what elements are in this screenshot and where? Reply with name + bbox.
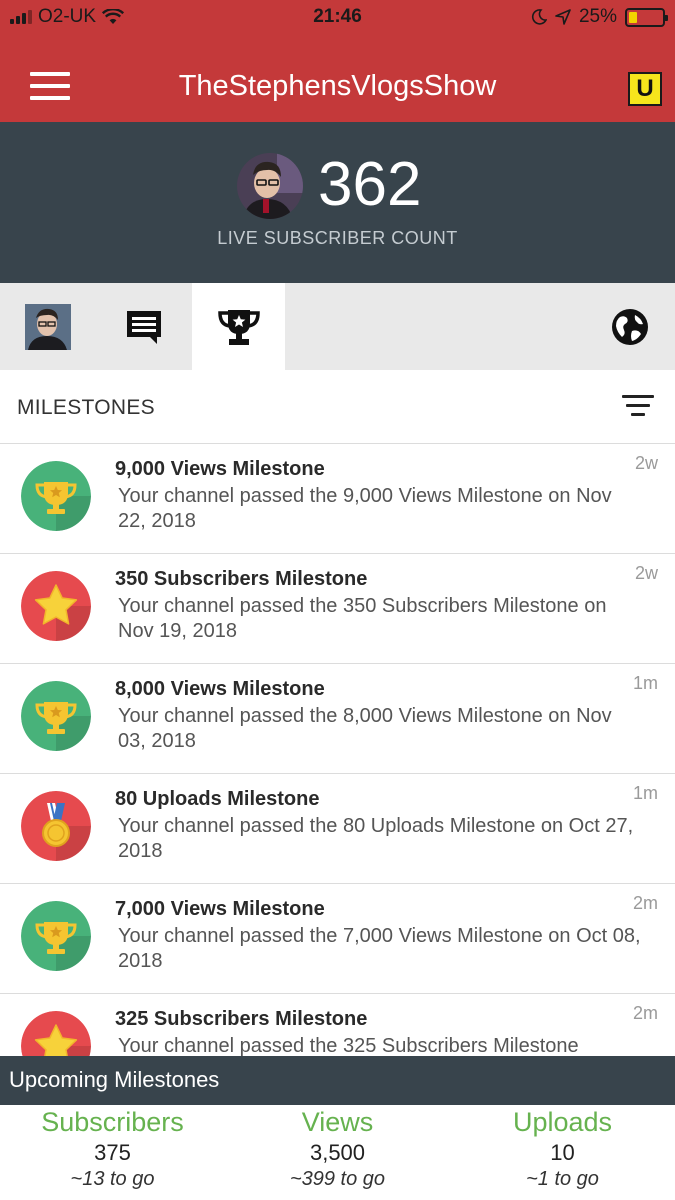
status-bar: O2-UK 21:46 25% (0, 0, 675, 34)
milestone-title: 325 Subscribers Milestone (115, 1008, 368, 1030)
upgrade-badge[interactable]: U (628, 72, 662, 106)
globe-icon (612, 308, 648, 345)
milestone-time: 1m (632, 783, 658, 803)
milestone-item[interactable]: 7,000 Views Milestone Your channel passed… (0, 884, 675, 994)
app-bar: TheStephensVlogsShow (0, 34, 675, 122)
milestone-title: 9,000 Views Milestone (115, 458, 325, 480)
avatar-icon (25, 303, 71, 350)
upcoming-subscribers: Subscribers 375 ~13 to go (0, 1105, 225, 1191)
milestone-time: 2w (634, 453, 658, 473)
subscriber-count: 362 (318, 150, 422, 219)
battery-icon (625, 7, 668, 27)
filter-icon[interactable] (622, 395, 654, 419)
trophy-icon (21, 461, 91, 531)
upcoming-label: Views (301, 1107, 374, 1137)
trophy-badge (21, 681, 91, 751)
upcoming-label: Subscribers (41, 1107, 184, 1137)
tab-profile[interactable] (0, 283, 96, 370)
star-badge (21, 1011, 91, 1056)
milestones-header: MILESTONES (0, 370, 675, 444)
tab-comments[interactable] (96, 283, 192, 370)
trophy-icon (217, 309, 260, 345)
upcoming-value: 3,500 (309, 1140, 366, 1165)
upcoming-remaining: ~1 to go (526, 1168, 599, 1190)
upcoming-value: 375 (94, 1140, 131, 1165)
upcoming-title: Upcoming Milestones (9, 1067, 220, 1092)
upcoming-remaining: ~13 to go (70, 1168, 155, 1190)
milestones-title: MILESTONES (17, 396, 155, 419)
tab-global[interactable] (585, 283, 675, 370)
milestone-item[interactable]: 8,000 Views Milestone Your channel passed… (0, 664, 675, 774)
avatar-image (237, 153, 303, 219)
tab-bar (0, 283, 675, 370)
milestone-description: Your channel passed the 7,000 Views Mile… (118, 925, 641, 972)
milestone-item[interactable]: 350 Subscribers Milestone Your channel pa… (0, 554, 675, 664)
medal-icon (21, 791, 91, 861)
milestone-time: 2w (634, 563, 658, 583)
upcoming-milestones: Subscribers 375 ~13 to go Views 3,500 ~3… (0, 1105, 675, 1200)
battery-percent: 25% (578, 6, 617, 27)
milestone-title: 8,000 Views Milestone (115, 678, 325, 700)
tab-milestones[interactable] (192, 283, 285, 370)
trophy-badge (21, 461, 91, 531)
milestone-title: 80 Uploads Milestone (115, 788, 320, 810)
subscriber-header: 362 LIVE SUBSCRIBER COUNT (0, 122, 675, 283)
subscriber-label: LIVE SUBSCRIBER COUNT (217, 228, 458, 248)
location-arrow-icon (555, 9, 571, 25)
milestone-item[interactable]: 325 Subscribers Milestone Your channel pa… (0, 994, 675, 1056)
star-badge (21, 571, 91, 641)
moon-icon (531, 9, 547, 25)
star-icon (21, 571, 91, 641)
channel-avatar (237, 153, 303, 219)
milestone-title: 7,000 Views Milestone (115, 898, 325, 920)
milestone-description: Your channel passed the 350 Subscribers … (118, 595, 607, 642)
upcoming-remaining: ~399 to go (289, 1168, 386, 1190)
comment-icon (127, 310, 161, 344)
milestones-list: 9,000 Views Milestone Your channel passed… (0, 444, 675, 1056)
milestone-time: 2m (632, 1003, 658, 1023)
trophy-badge (21, 901, 91, 971)
app-title: TheStephensVlogsShow (178, 70, 497, 102)
upcoming-views: Views 3,500 ~399 to go (225, 1105, 450, 1191)
upcoming-uploads: Uploads 10 ~1 to go (450, 1105, 675, 1191)
milestone-description: Your channel passed the 80 Uploads Miles… (118, 815, 634, 862)
milestone-description: Your channel passed the 9,000 Views Mile… (118, 485, 612, 532)
upcoming-label: Uploads (512, 1107, 613, 1137)
upcoming-value: 10 (550, 1140, 575, 1165)
trophy-icon (21, 901, 91, 971)
star-icon (21, 1011, 91, 1056)
trophy-icon (21, 681, 91, 751)
milestone-time: 1m (632, 673, 658, 693)
status-right: 25% (531, 6, 668, 28)
milestone-item[interactable]: 80 Uploads Milestone Your channel passed … (0, 774, 675, 884)
milestone-time: 2m (632, 893, 658, 913)
milestone-item[interactable]: 9,000 Views Milestone Your channel passed… (0, 444, 675, 554)
medal-badge (21, 791, 91, 861)
milestone-title: 350 Subscribers Milestone (115, 568, 368, 590)
milestone-description: Your channel passed the 325 Subscribers … (118, 1035, 579, 1056)
upcoming-header: Upcoming Milestones (0, 1056, 675, 1105)
milestone-description: Your channel passed the 8,000 Views Mile… (118, 705, 612, 752)
